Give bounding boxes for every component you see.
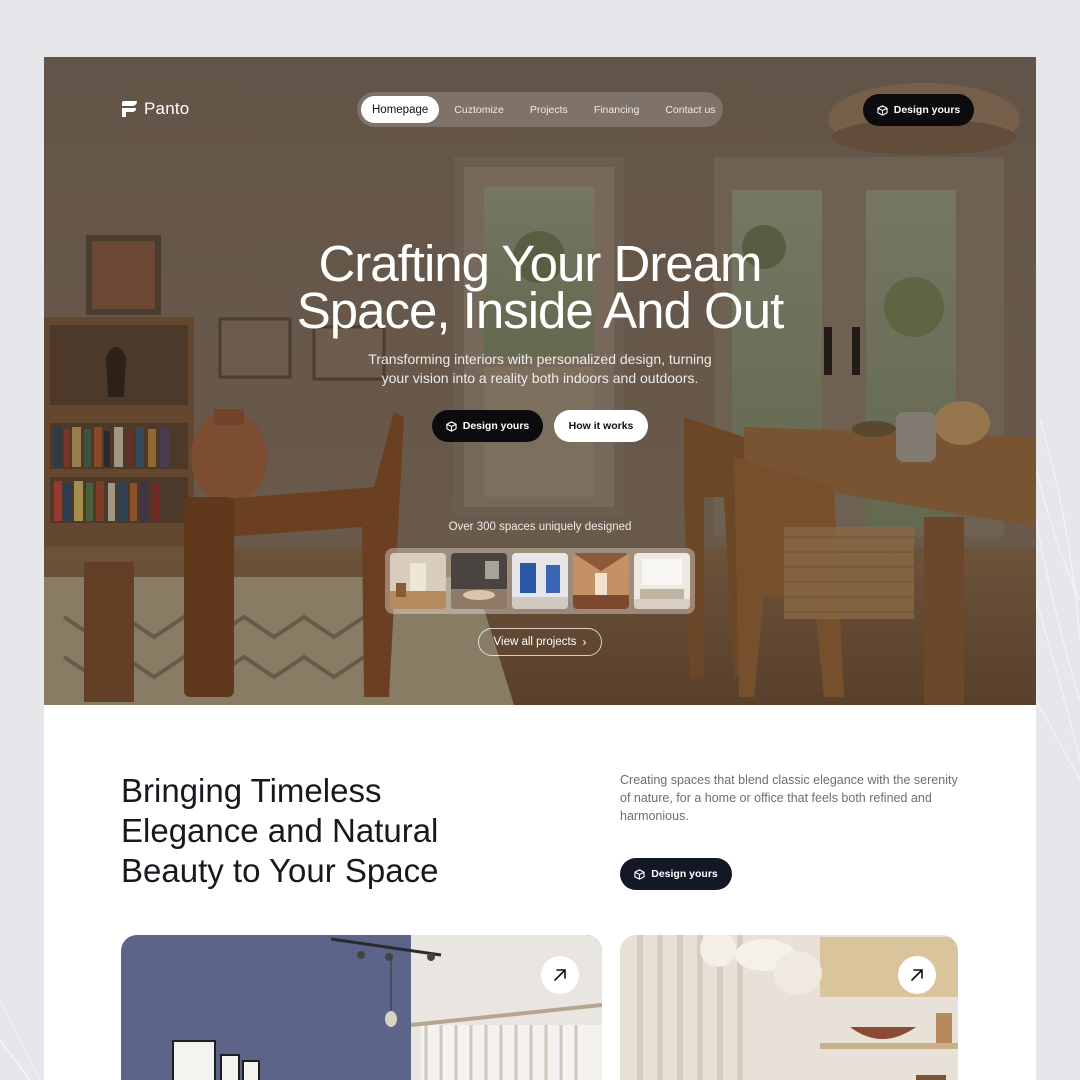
view-all-projects-button[interactable]: View all projects › [478, 628, 602, 656]
section-design-yours-button[interactable]: Design yours [620, 858, 732, 890]
section-title-line-1: Bringing Timeless [121, 772, 382, 809]
project-card[interactable] [620, 935, 958, 1080]
nav-design-yours-button[interactable]: Design yours [863, 94, 974, 126]
project-card-image [121, 935, 602, 1080]
project-thumbnail[interactable] [512, 553, 568, 609]
hero-subtitle: Transforming interiors with personalized… [44, 350, 1036, 388]
project-thumbnail[interactable] [390, 553, 446, 609]
nav-item-homepage[interactable]: Homepage [361, 96, 440, 123]
how-it-works-button[interactable]: How it works [554, 410, 648, 442]
project-thumbnail[interactable] [451, 553, 507, 609]
section-description: Creating spaces that blend classic elega… [620, 773, 958, 823]
hero-subtitle-line-2: your vision into a reality both indoors … [381, 370, 699, 386]
project-thumbnail-image [451, 553, 507, 609]
hero-title: Crafting Your Dream Space, Inside And Ou… [44, 238, 1036, 336]
arrow-up-right-icon [911, 969, 923, 981]
arrow-up-right-icon [554, 969, 566, 981]
main-navigation: Homepage Cuztomize Projects Financing Co… [357, 92, 723, 127]
hero-subtitle-line-1: Transforming interiors with personalized… [368, 351, 712, 367]
nav-item-financing[interactable]: Financing [583, 96, 651, 123]
open-project-button[interactable] [898, 956, 936, 994]
project-card-image [620, 935, 958, 1080]
cube-icon [446, 420, 457, 432]
hero-title-line-2: Space, Inside And Out [296, 282, 785, 339]
section-design-yours-label: Design yours [651, 868, 718, 880]
landing-page: Panto Homepage Cuztomize Projects Financ… [44, 57, 1036, 1080]
brand-name: Panto [144, 99, 190, 118]
brand-logo[interactable]: Panto [120, 99, 189, 119]
project-thumbnail-image [390, 553, 446, 609]
project-thumbnail-image [573, 553, 629, 609]
section-title: Bringing Timeless Elegance and Natural B… [121, 771, 521, 891]
chevron-right-icon: › [582, 635, 587, 649]
cube-icon [634, 868, 645, 880]
project-thumbnail[interactable] [634, 553, 690, 609]
view-all-projects-label: View all projects [493, 636, 577, 648]
project-thumbnail-strip [385, 548, 695, 614]
project-thumbnail-image [634, 553, 690, 609]
section-title-line-2: Elegance and Natural [121, 812, 439, 849]
open-project-button[interactable] [541, 956, 579, 994]
nav-item-contact-us[interactable]: Contact us [654, 96, 726, 123]
panto-logo-icon [122, 101, 137, 117]
hero-design-yours-label: Design yours [462, 420, 530, 432]
project-thumbnail[interactable] [573, 553, 629, 609]
hero-design-yours-button[interactable]: Design yours [432, 410, 543, 442]
section-title-line-3: Beauty to Your Space [121, 852, 439, 889]
nav-design-yours-label: Design yours [893, 104, 961, 116]
hero-section: Panto Homepage Cuztomize Projects Financ… [44, 57, 1036, 705]
nav-item-customize[interactable]: Cuztomize [443, 96, 515, 123]
project-card[interactable] [121, 935, 602, 1080]
cube-icon [877, 104, 888, 116]
project-thumbnail-image [512, 553, 568, 609]
spaces-count-caption: Over 300 spaces uniquely designed [448, 521, 632, 533]
nav-item-projects[interactable]: Projects [519, 96, 579, 123]
